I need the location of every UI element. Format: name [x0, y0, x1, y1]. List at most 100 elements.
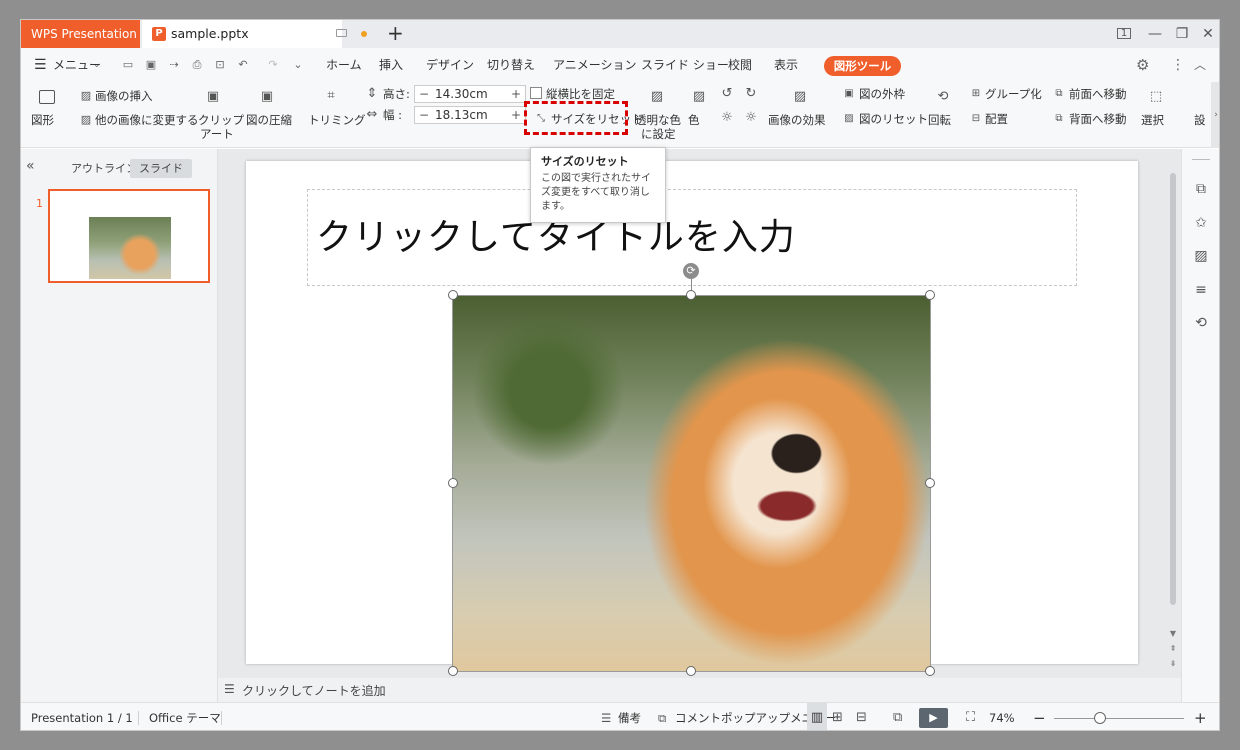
play-slideshow-icon[interactable]: ▶: [919, 708, 948, 728]
height-field[interactable]: − 14.30cm +: [414, 85, 526, 103]
close-button[interactable]: ✕: [1198, 20, 1218, 48]
collapse-panel-icon[interactable]: «: [26, 158, 35, 174]
zoom-slider-knob[interactable]: [1094, 712, 1106, 724]
app-tab[interactable]: WPS Presentation: [21, 20, 140, 48]
notes-bar[interactable]: ☰ クリックしてノートを追加: [218, 678, 1181, 702]
minimize-button[interactable]: —: [1145, 20, 1165, 48]
tab-shape-tools[interactable]: 図形ツール: [824, 56, 901, 76]
image-effects-button[interactable]: 画像の効果: [768, 113, 826, 127]
tab-transitions[interactable]: 切り替え: [487, 48, 535, 82]
brightness-down-icon[interactable]: ☼: [743, 111, 759, 125]
scrollbar-thumb[interactable]: [1170, 173, 1176, 605]
zoom-slider[interactable]: [1054, 718, 1184, 719]
width-increment-button[interactable]: +: [507, 107, 525, 123]
resize-handle-ne[interactable]: [925, 290, 935, 300]
tab-home[interactable]: ホーム: [326, 48, 362, 82]
trimming-button[interactable]: トリミング: [308, 113, 366, 127]
rotate-button[interactable]: 回転: [928, 113, 951, 127]
collapse-ribbon-icon[interactable]: ︿: [1194, 48, 1206, 82]
new-tab-button[interactable]: +: [387, 20, 404, 46]
brightness-up-icon[interactable]: ☼: [719, 111, 735, 125]
color-button[interactable]: 色: [688, 113, 700, 127]
redo-icon[interactable]: ↷: [267, 59, 279, 71]
send-backward-button[interactable]: 背面へ移動: [1069, 112, 1127, 126]
restore-button[interactable]: ❐: [1172, 20, 1192, 48]
more-icon[interactable]: ⋮: [1171, 48, 1185, 82]
compress-button[interactable]: 図の圧縮: [246, 113, 292, 127]
adjust-icon[interactable]: ≡: [1193, 282, 1209, 298]
insert-image-button[interactable]: 画像の挿入: [95, 89, 153, 103]
tab-slideshow[interactable]: スライド ショー: [641, 48, 729, 82]
width-field[interactable]: − 18.13cm +: [414, 106, 526, 124]
window-count-icon[interactable]: 1: [1114, 20, 1134, 48]
tab-design[interactable]: デザイン: [426, 48, 474, 82]
settings-gear-icon[interactable]: ⚙: [1136, 48, 1149, 82]
transparent-color-button[interactable]: 透明な色: [635, 113, 681, 127]
slide[interactable]: クリックしてタイトルを入力: [246, 161, 1138, 672]
settings-button[interactable]: 設: [1194, 113, 1206, 127]
outline-button[interactable]: 図の外枠: [859, 87, 905, 101]
object-properties-icon[interactable]: ⧉: [1193, 181, 1209, 197]
ribbon-scroll-right-icon[interactable]: ›: [1211, 82, 1219, 148]
zoom-out-icon[interactable]: −: [1033, 703, 1046, 730]
comment-icon: ⧉: [658, 711, 667, 725]
rotate-left-small-icon[interactable]: ↺: [719, 87, 735, 101]
vertical-scrollbar[interactable]: ▼ ⇞ ⇟: [1166, 167, 1180, 677]
save-icon[interactable]: ▣: [145, 59, 157, 71]
width-decrement-button[interactable]: −: [415, 107, 433, 123]
file-tab-label: sample.pptx: [171, 26, 249, 41]
fit-window-icon[interactable]: ⛶: [966, 703, 975, 730]
chevron-down-icon[interactable]: ⌄: [93, 48, 101, 82]
file-tab[interactable]: P sample.pptx: [142, 20, 367, 48]
open-icon[interactable]: ▭: [122, 59, 134, 71]
tab-insert[interactable]: 挿入: [379, 48, 403, 82]
theme-status[interactable]: Office テーマ: [149, 703, 221, 730]
resize-handle-se[interactable]: [925, 666, 935, 676]
change-image-button[interactable]: 他の画像に変更する: [95, 113, 199, 127]
picture-icon[interactable]: ▨: [1193, 248, 1209, 264]
dog-photo[interactable]: [452, 295, 931, 672]
rotate-right-small-icon[interactable]: ↻: [743, 87, 759, 101]
history-icon[interactable]: ⟲: [1193, 315, 1209, 331]
height-decrement-button[interactable]: −: [415, 86, 433, 102]
animation-icon[interactable]: ✩: [1193, 215, 1209, 231]
lock-ratio-checkbox[interactable]: [530, 87, 542, 99]
resize-handle-w[interactable]: [448, 478, 458, 488]
resize-handle-nw[interactable]: [448, 290, 458, 300]
prev-slide-icon[interactable]: ⇞: [1168, 644, 1178, 653]
zoom-in-icon[interactable]: +: [1194, 703, 1207, 730]
preview-icon[interactable]: ⊡: [214, 59, 226, 71]
tab-view[interactable]: 表示: [774, 48, 798, 82]
resize-handle-e[interactable]: [925, 478, 935, 488]
slide-sorter-icon[interactable]: ⊞: [832, 703, 843, 730]
shape-button[interactable]: 図形: [31, 113, 54, 127]
bring-forward-button[interactable]: 前面へ移動: [1069, 87, 1127, 101]
rotate-handle-icon[interactable]: ⟳: [683, 263, 699, 279]
slide-thumbnail[interactable]: [48, 189, 210, 283]
next-slide-icon[interactable]: ⇟: [1168, 659, 1178, 668]
export-icon[interactable]: ⇢: [168, 59, 180, 71]
align-button[interactable]: 配置: [985, 112, 1008, 126]
height-increment-button[interactable]: +: [507, 86, 525, 102]
resize-handle-sw[interactable]: [448, 666, 458, 676]
undo-icon[interactable]: ↶: [237, 59, 249, 71]
select-button[interactable]: 選択: [1141, 113, 1164, 127]
normal-view-icon[interactable]: ▥: [807, 703, 827, 730]
monitor-icon[interactable]: [336, 29, 347, 37]
scroll-down-icon[interactable]: ▼: [1168, 629, 1178, 638]
notes-toggle-button[interactable]: 備考: [618, 703, 641, 730]
tab-review[interactable]: 校閲: [728, 48, 752, 82]
customize-icon[interactable]: ⌄: [292, 59, 304, 71]
hamburger-icon[interactable]: ☰: [34, 48, 47, 82]
group-button[interactable]: グループ化: [985, 87, 1042, 101]
resize-handle-s[interactable]: [686, 666, 696, 676]
reset-picture-button[interactable]: 図のリセット: [859, 112, 928, 126]
tab-slides[interactable]: スライド: [130, 159, 192, 178]
zoom-level[interactable]: 74%: [989, 703, 1015, 730]
clipart-button[interactable]: クリップ: [198, 113, 244, 127]
reading-view-icon[interactable]: ⊟: [856, 703, 867, 730]
presenter-tool-icon[interactable]: ⧉: [893, 703, 902, 730]
print-icon[interactable]: ⎙: [191, 59, 203, 71]
resize-handle-n[interactable]: [686, 290, 696, 300]
tab-animation[interactable]: アニメーション: [553, 48, 637, 82]
